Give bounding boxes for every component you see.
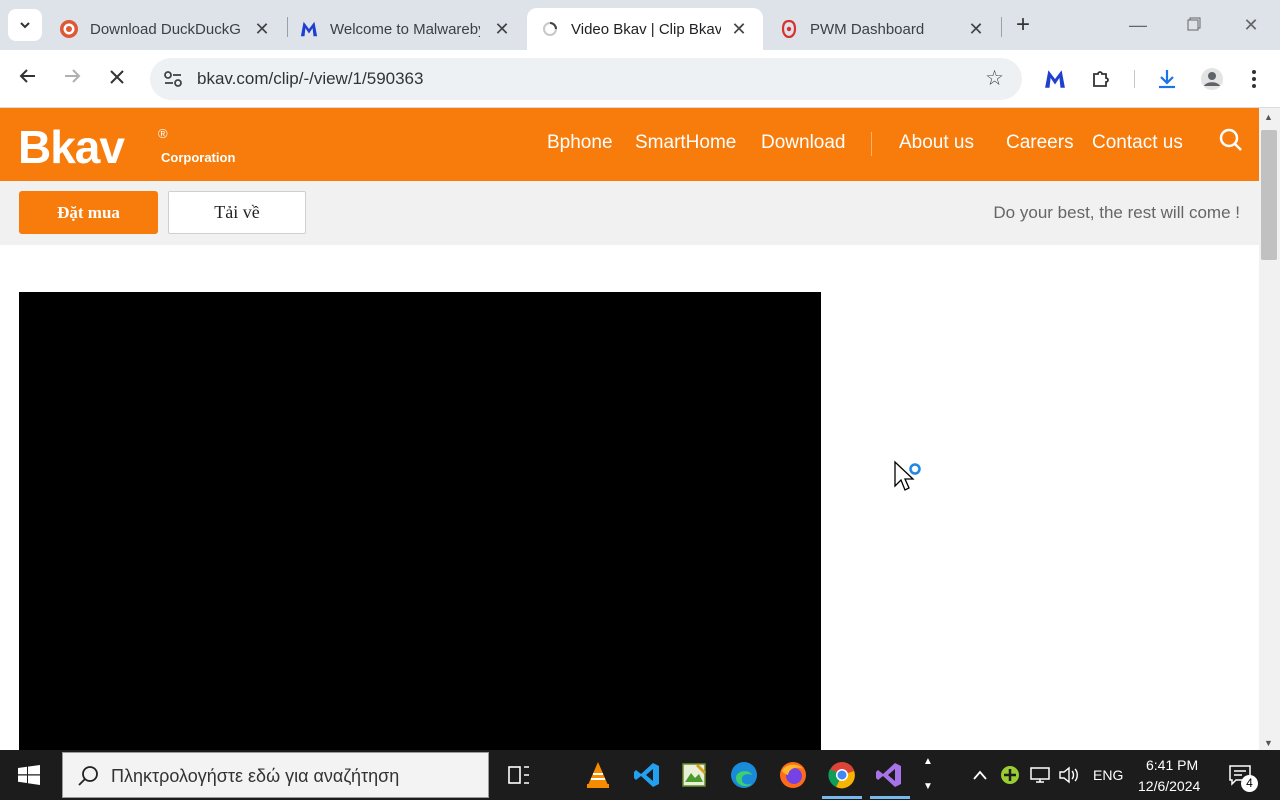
tray-app-icon[interactable] [994,759,1026,791]
search-icon[interactable] [1216,126,1246,156]
buy-button[interactable]: Đặt mua [19,191,158,234]
new-tab-button[interactable]: + [1010,12,1036,38]
download-button[interactable]: Tải về [168,191,306,234]
toolbar-divider [1134,70,1135,88]
scroll-down-arrow-icon[interactable]: ▼ [1264,738,1273,748]
nav-link-download[interactable]: Download [761,132,846,154]
close-window-button[interactable]: ✕ [1237,12,1265,38]
site-header: Bkav ® Corporation Bphone SmartHome Down… [0,108,1259,181]
tab-title: PWM Dashboard [810,20,925,38]
video-player[interactable] [19,292,821,750]
search-icon [78,766,98,786]
tab-malwarebytes[interactable]: Welcome to Malwarebytes ✕ [286,8,526,50]
chrome-icon[interactable] [826,759,858,791]
url-text[interactable]: bkav.com/clip/-/view/1/590363 [197,69,423,89]
tab-video-bkav[interactable]: Video Bkav | Clip Bkav ✕ [527,8,763,50]
network-icon[interactable] [1024,759,1056,791]
extensions-puzzle-icon[interactable] [1088,66,1114,92]
nav-link-smarthome[interactable]: SmartHome [635,132,736,154]
loading-icon [541,20,559,38]
busy-cursor-icon [894,460,921,491]
task-view-icon[interactable] [503,759,535,791]
nav-link-careers[interactable]: Careers [1006,132,1074,154]
visual-studio-icon[interactable] [873,759,905,791]
taskbar-search-box[interactable]: Πληκτρολογήστε εδώ για αναζήτηση [62,752,489,798]
close-icon [110,70,124,84]
close-icon[interactable]: ✕ [492,19,512,40]
chevron-down-icon[interactable]: ▼ [920,781,936,792]
chevron-up-icon[interactable]: ▲ [920,756,936,767]
site-settings-icon[interactable] [162,68,184,90]
show-hidden-icons-chevron-icon[interactable] [964,759,996,791]
image-editor-icon[interactable] [678,759,710,791]
nav-link-bphone[interactable]: Bphone [547,132,613,154]
nav-link-about-us[interactable]: About us [899,132,974,154]
close-icon[interactable]: ✕ [252,19,272,40]
nav-divider [871,132,872,156]
vlc-icon[interactable] [582,759,614,791]
vertical-scrollbar[interactable]: ▲ ▼ [1259,108,1280,750]
chevron-down-icon [20,22,30,29]
active-app-indicator [822,796,862,799]
tab-divider [1001,17,1002,37]
scroll-up-arrow-icon[interactable]: ▲ [1264,112,1273,122]
tab-duckduckgo[interactable]: Download DuckDuckGo ✕ [46,8,286,50]
tab-title: Welcome to Malwarebytes [330,20,480,38]
arrow-left-icon [19,69,35,83]
bookmark-star-icon[interactable]: ☆ [985,66,1004,91]
malwarebytes-icon [300,20,318,38]
windows-start-icon[interactable] [18,765,40,785]
firefox-icon[interactable] [777,759,809,791]
malwarebytes-extension-icon[interactable] [1042,66,1068,92]
vscode-icon[interactable] [631,759,663,791]
open-app-indicator [870,796,910,799]
address-bar[interactable]: bkav.com/clip/-/view/1/590363 ☆ [150,58,1022,100]
duckduckgo-icon [60,20,78,38]
downloads-icon[interactable] [1154,66,1180,92]
plus-icon: + [1015,11,1030,38]
tab-title: Video Bkav | Clip Bkav [571,20,721,38]
notification-center-icon[interactable]: 4 [1224,759,1258,792]
close-icon[interactable]: ✕ [966,19,986,40]
forward-button[interactable] [57,64,87,94]
tab-pwm-dashboard[interactable]: PWM Dashboard ✕ [766,8,1000,50]
notification-count: 4 [1241,775,1258,792]
pwm-icon [780,20,798,38]
close-icon[interactable]: ✕ [729,19,749,40]
volume-icon[interactable] [1053,759,1085,791]
stop-loading-button[interactable] [102,64,132,94]
tab-title: Download DuckDuckGo [90,20,240,38]
input-language[interactable]: ENG [1093,767,1123,783]
taskbar-search-placeholder: Πληκτρολογήστε εδώ για αναζήτηση [111,766,400,786]
taskbar-overflow-scroll[interactable]: ▲ ▼ [920,752,936,798]
edge-icon[interactable] [728,759,760,791]
clock-date[interactable]: 12/6/2024 [1138,778,1200,794]
profile-avatar-icon[interactable] [1199,66,1225,92]
arrow-right-icon [65,69,81,83]
tab-strip: Download DuckDuckGo ✕ Welcome to Malware… [0,0,1280,50]
nav-link-contact-us[interactable]: Contact us [1092,132,1183,154]
windows-taskbar: Πληκτρολογήστε εδώ για αναζήτηση ▲ ▼ ENG [0,750,1280,800]
logo-registered-mark: ® [158,126,168,141]
restore-button[interactable] [1180,12,1208,38]
tagline: Do your best, the rest will come ! [993,203,1240,222]
minimize-button[interactable]: — [1124,12,1152,38]
clock-time[interactable]: 6:41 PM [1146,757,1198,773]
browser-toolbar: bkav.com/clip/-/view/1/590363 ☆ [0,50,1280,108]
scrollbar-thumb[interactable] [1261,130,1277,260]
action-bar: Đặt mua Tải về Do your best, the rest wi… [0,181,1259,245]
web-page: Bkav ® Corporation Bphone SmartHome Down… [0,108,1259,750]
logo-subtitle: Corporation [161,150,236,165]
back-button[interactable] [13,64,43,94]
menu-kebab-icon[interactable] [1241,66,1267,92]
tab-search-button[interactable] [8,9,42,41]
restore-icon [1187,17,1201,31]
bkav-logo[interactable]: Bkav [18,120,125,174]
